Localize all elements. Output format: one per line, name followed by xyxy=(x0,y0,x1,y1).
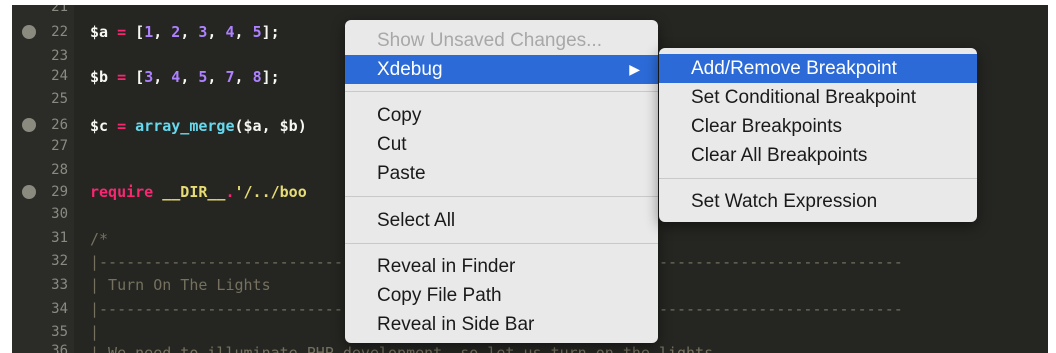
menu-item-copy[interactable]: Copy xyxy=(345,101,658,130)
menu-separator xyxy=(659,178,977,179)
menu-separator xyxy=(345,196,658,197)
code-line: $b = [3, 4, 5, 7, 8]; xyxy=(90,68,280,86)
line-number: 27 xyxy=(51,138,68,154)
menu-item-show-unsaved-changes[interactable]: Show Unsaved Changes... xyxy=(345,26,658,55)
menu-separator xyxy=(345,243,658,244)
line-number: 23 xyxy=(51,48,68,64)
code-line: require __DIR__.'/../boo xyxy=(90,183,307,201)
menu-item-copy-file-path[interactable]: Copy File Path xyxy=(345,281,658,310)
line-number: 28 xyxy=(51,162,68,178)
menu-item-add-remove-breakpoint[interactable]: Add/Remove Breakpoint xyxy=(659,54,977,83)
line-number: 22 xyxy=(51,24,68,40)
menu-item-reveal-in-side-bar[interactable]: Reveal in Side Bar xyxy=(345,310,658,339)
menu-item-reveal-in-finder[interactable]: Reveal in Finder xyxy=(345,252,658,281)
line-gutter[interactable]: 21 22 23 24 25 26 27 28 29 30 31 32 33 3… xyxy=(12,5,74,353)
line-number: 34 xyxy=(51,301,68,317)
menu-item-cut[interactable]: Cut xyxy=(345,130,658,159)
code-line: $c = array_merge($a, $b) xyxy=(90,117,307,135)
menu-item-clear-breakpoints[interactable]: Clear Breakpoints xyxy=(659,112,977,141)
menu-item-xdebug[interactable]: Xdebug ▶ xyxy=(345,55,658,84)
line-number: 24 xyxy=(51,68,68,84)
menu-item-set-conditional-breakpoint[interactable]: Set Conditional Breakpoint xyxy=(659,83,977,112)
line-number: 31 xyxy=(51,230,68,246)
comment-line: | xyxy=(90,323,100,341)
menu-item-paste[interactable]: Paste xyxy=(345,159,658,188)
comment-line: /* xyxy=(90,230,109,248)
context-menu: Show Unsaved Changes... Xdebug ▶ Copy Cu… xyxy=(345,20,658,343)
submenu-arrow-icon: ▶ xyxy=(629,61,640,77)
line-number: 33 xyxy=(51,277,68,293)
menu-item-clear-all-breakpoints[interactable]: Clear All Breakpoints xyxy=(659,141,977,170)
line-number: 29 xyxy=(51,184,68,200)
menu-item-label: Xdebug xyxy=(377,59,443,80)
xdebug-submenu: Add/Remove Breakpoint Set Conditional Br… xyxy=(659,48,977,222)
menu-item-select-all[interactable]: Select All xyxy=(345,206,658,235)
menu-item-set-watch-expression[interactable]: Set Watch Expression xyxy=(659,187,977,216)
comment-line: | We need to illuminate PHP development,… xyxy=(90,344,714,353)
line-number: 25 xyxy=(51,91,68,107)
comment-line: | Turn On The Lights xyxy=(90,276,271,294)
code-line: $a = [1, 2, 3, 4, 5]; xyxy=(90,23,280,41)
line-number: 32 xyxy=(51,253,68,269)
menu-separator xyxy=(345,91,658,92)
line-number: 36 xyxy=(51,343,68,353)
line-number: 26 xyxy=(51,117,68,133)
line-number: 21 xyxy=(51,5,68,15)
line-number: 35 xyxy=(51,324,68,340)
line-number: 30 xyxy=(51,206,68,222)
